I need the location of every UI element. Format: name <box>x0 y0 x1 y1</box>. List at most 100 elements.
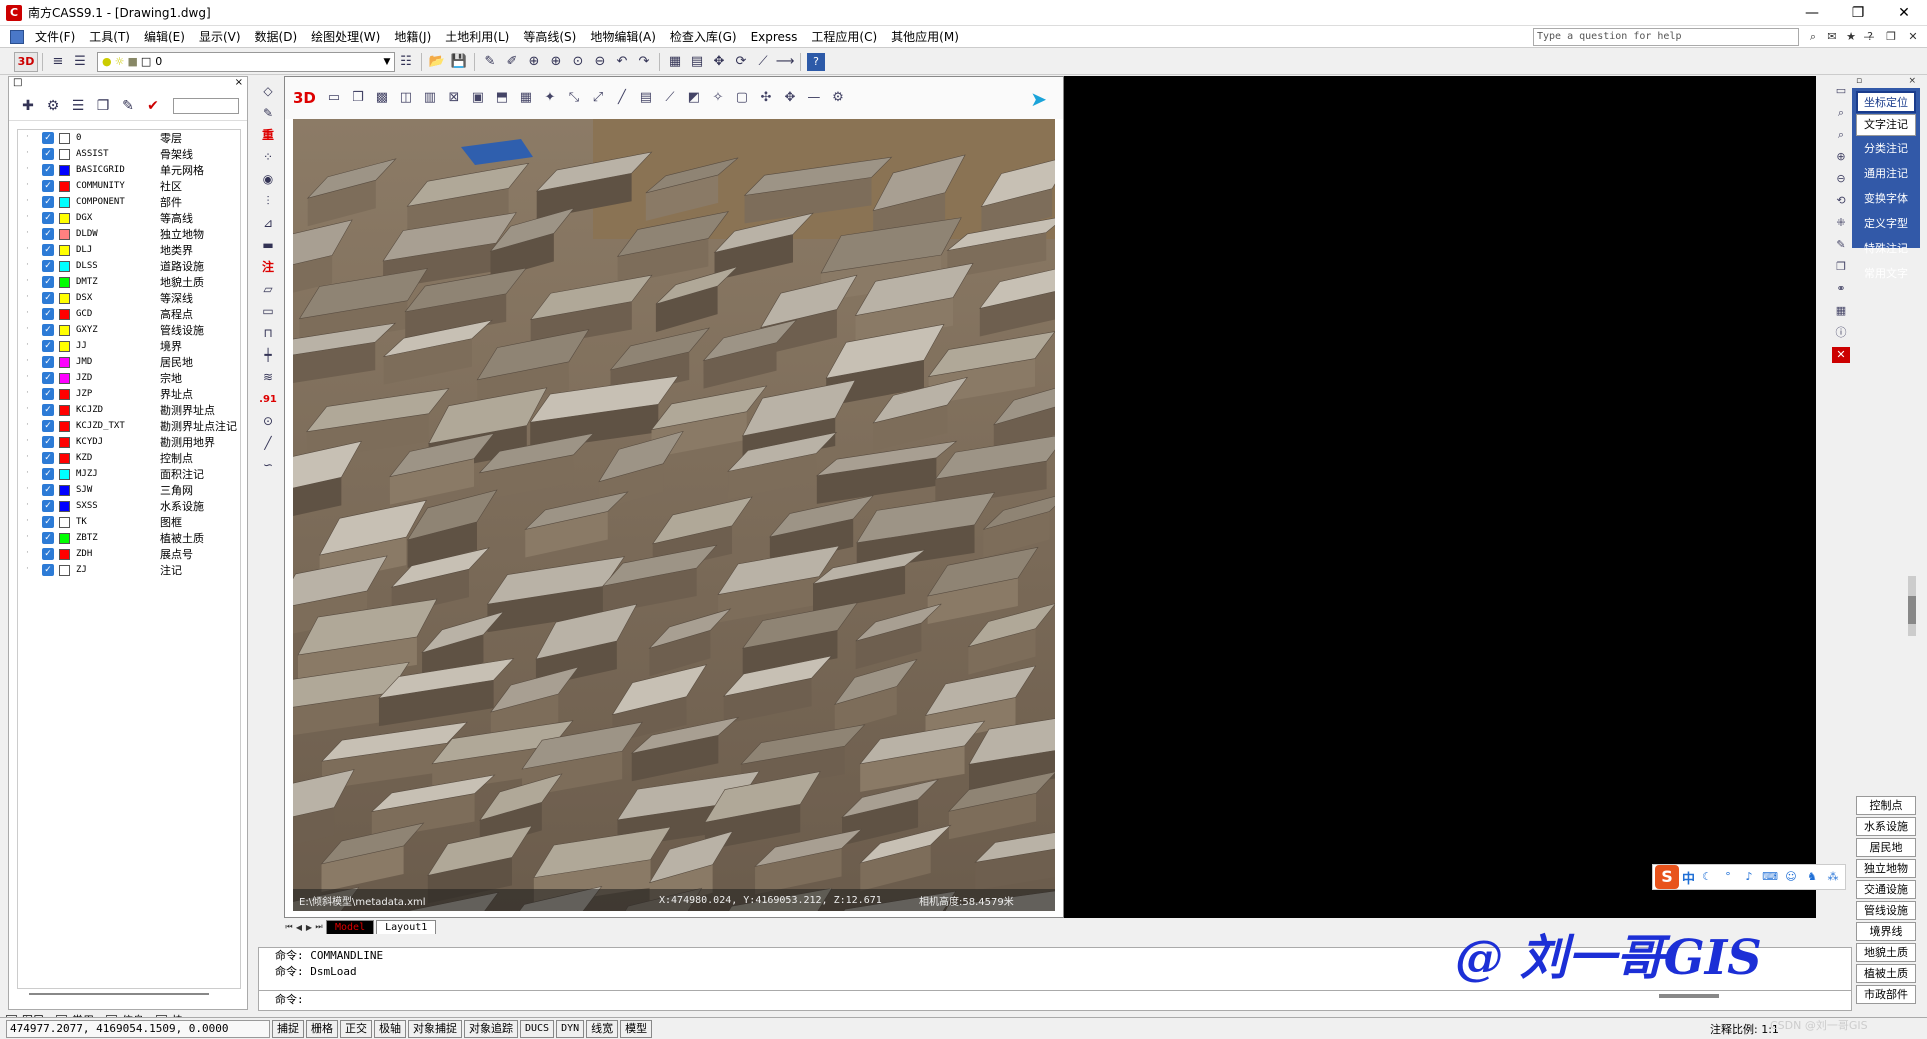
edit-layer-icon[interactable]: ✎ <box>117 95 139 117</box>
layer-row[interactable]: · ✓ KCJZD_TXT 勘测界址点注记 <box>18 418 240 434</box>
layer-color-swatch[interactable] <box>59 484 70 496</box>
layer-row[interactable]: · ✓ COMPONENT 部件 <box>18 194 240 210</box>
layer-color-swatch[interactable] <box>59 164 70 176</box>
layer-color-swatch[interactable] <box>59 276 70 288</box>
box-select-icon[interactable]: ▢ <box>733 89 751 107</box>
ime-language[interactable]: 中 <box>1682 868 1695 887</box>
layer-visible-checkbox[interactable]: ✓ <box>42 484 54 496</box>
layer-color-swatch[interactable] <box>59 292 70 304</box>
view-terrain-icon[interactable]: ▩ <box>373 89 391 107</box>
layer-color-swatch[interactable] <box>59 324 70 336</box>
chart-icon[interactable]: ▤ <box>637 89 655 107</box>
layer-manager-icon[interactable]: ≡ <box>49 53 67 71</box>
layer-row[interactable]: · ✓ SJW 三角网 <box>18 482 240 498</box>
polyline-icon[interactable]: ⟋ <box>661 89 679 107</box>
ime-logo[interactable]: S <box>1655 865 1679 889</box>
layer-visible-checkbox[interactable]: ✓ <box>42 468 54 480</box>
layer-row[interactable]: · ✓ KCJZD 勘测界址点 <box>18 402 240 418</box>
search-icon[interactable]: ⌕ <box>1805 30 1821 44</box>
layer-visible-checkbox[interactable]: ✓ <box>42 212 54 224</box>
fence-icon[interactable]: ⊓ <box>259 325 277 342</box>
layer-combo[interactable]: ● ☼ ■ □ 0 ▼ <box>97 51 395 72</box>
layer-row[interactable]: · ✓ KZD 控制点 <box>18 450 240 466</box>
apply-check-icon[interactable]: ✔ <box>142 95 164 117</box>
extend-icon[interactable]: ⟶ <box>776 53 795 71</box>
zoom-window-icon[interactable]: ⊕ <box>525 53 543 71</box>
image-icon[interactable]: ▦ <box>517 89 535 107</box>
layer-color-swatch[interactable] <box>59 532 70 544</box>
layer-row[interactable]: · ✓ DMTZ 地貌土质 <box>18 274 240 290</box>
annotation-menu-item[interactable]: 特殊注记 <box>1856 239 1916 261</box>
layer-visible-checkbox[interactable]: ✓ <box>42 500 54 512</box>
brush-tool-icon[interactable]: ✎ <box>259 105 277 122</box>
toggle-ortho[interactable]: 正交 <box>340 1019 372 1038</box>
layer-visible-checkbox[interactable]: ✓ <box>42 452 54 464</box>
layer-color-swatch[interactable] <box>59 500 70 512</box>
grid-points-icon[interactable]: ⁘ <box>259 149 277 166</box>
menu-contour[interactable]: 等高线(S) <box>516 26 583 48</box>
toggle-model[interactable]: 模型 <box>620 1019 653 1038</box>
drag-icon[interactable]: ✥ <box>781 89 799 107</box>
next-tab-icon[interactable]: ▶ <box>304 923 314 932</box>
layer-color-swatch[interactable] <box>59 308 70 320</box>
favorites-icon[interactable]: ★ <box>1843 30 1859 44</box>
delete-icon[interactable]: ✕ <box>1832 347 1850 363</box>
layer-toggle-icon[interactable]: ▣ <box>469 89 487 107</box>
doc-restore-button[interactable]: ❐ <box>1883 29 1899 45</box>
layer-color-swatch[interactable] <box>59 196 70 208</box>
layer-visible-checkbox[interactable]: ✓ <box>42 388 54 400</box>
pick-edge-icon[interactable]: ⤢ <box>589 89 607 107</box>
save-icon[interactable]: 💾 <box>450 53 468 71</box>
zoom-in-icon[interactable]: ⊕ <box>1832 149 1850 165</box>
feature-category-button[interactable]: 独立地物 <box>1856 859 1916 878</box>
layer-visible-checkbox[interactable]: ✓ <box>42 548 54 560</box>
menu-landuse[interactable]: 土地利用(L) <box>438 26 516 48</box>
doc-minimize-button[interactable]: — <box>1861 29 1877 45</box>
layer-color-swatch[interactable] <box>59 212 70 224</box>
table-icon[interactable]: ▦ <box>1832 303 1850 319</box>
command-scrollbar[interactable] <box>1659 994 1719 998</box>
layer-visible-checkbox[interactable]: ✓ <box>42 404 54 416</box>
layer-color-swatch[interactable] <box>59 228 70 240</box>
document-icon[interactable] <box>10 29 24 44</box>
layer-row[interactable]: · ✓ 0 零层 <box>18 130 240 146</box>
layer-properties-icon[interactable]: ☷ <box>397 53 415 71</box>
layer-visible-checkbox[interactable]: ✓ <box>42 148 54 160</box>
zoom-previous-icon[interactable]: ⊖ <box>591 53 609 71</box>
layer-stack-icon[interactable]: ☰ <box>67 95 89 117</box>
rotate-icon[interactable]: ⟳ <box>732 53 750 71</box>
layer-visible-checkbox[interactable]: ✓ <box>42 132 54 144</box>
dash-icon[interactable]: — <box>805 89 823 107</box>
layer-color-swatch[interactable] <box>59 516 70 528</box>
pencil-icon[interactable]: ✎ <box>481 53 499 71</box>
layer-visible-checkbox[interactable]: ✓ <box>42 372 54 384</box>
view-box-icon[interactable]: ❒ <box>349 89 367 107</box>
layer-color-swatch[interactable] <box>59 356 70 368</box>
layer-color-swatch[interactable] <box>59 404 70 416</box>
collapse-icon[interactable]: □ <box>13 77 22 91</box>
menu-tools[interactable]: 工具(T) <box>82 26 137 48</box>
match-properties-icon[interactable]: ▦ <box>666 53 684 71</box>
toggle-osnap[interactable]: 对象捕捉 <box>408 1019 462 1038</box>
feature-category-button[interactable]: 交通设施 <box>1856 880 1916 899</box>
annotation-menu-item[interactable]: 通用注记 <box>1856 164 1916 186</box>
layer-row[interactable]: · ✓ SXSS 水系设施 <box>18 498 240 514</box>
menu-check[interactable]: 检查入库(G) <box>663 26 744 48</box>
layer-row[interactable]: · ✓ DLDW 独立地物 <box>18 226 240 242</box>
skin-icon[interactable]: ♞ <box>1803 868 1821 886</box>
zoom-window-icon[interactable]: ⌕ <box>1832 127 1850 143</box>
zoom-out-icon[interactable]: ⊖ <box>1832 171 1850 187</box>
link-icon[interactable]: ⚭ <box>1832 281 1850 297</box>
layer-visible-checkbox[interactable]: ✓ <box>42 244 54 256</box>
properties-icon[interactable]: ▤ <box>688 53 706 71</box>
ruler-icon[interactable]: ▬ <box>259 237 277 254</box>
layer-color-swatch[interactable] <box>59 548 70 560</box>
line-icon[interactable]: ╱ <box>259 435 277 452</box>
layer-row[interactable]: · ✓ DGX 等高线 <box>18 210 240 226</box>
open-icon[interactable]: 📂 <box>428 53 446 71</box>
menu-data[interactable]: 数据(D) <box>248 26 305 48</box>
toggle-otrack[interactable]: 对象追踪 <box>464 1019 518 1038</box>
apps-icon[interactable]: ⁂ <box>1824 868 1842 886</box>
layer-list-scrollbar[interactable] <box>29 993 209 995</box>
menu-edit[interactable]: 编辑(E) <box>137 26 192 48</box>
